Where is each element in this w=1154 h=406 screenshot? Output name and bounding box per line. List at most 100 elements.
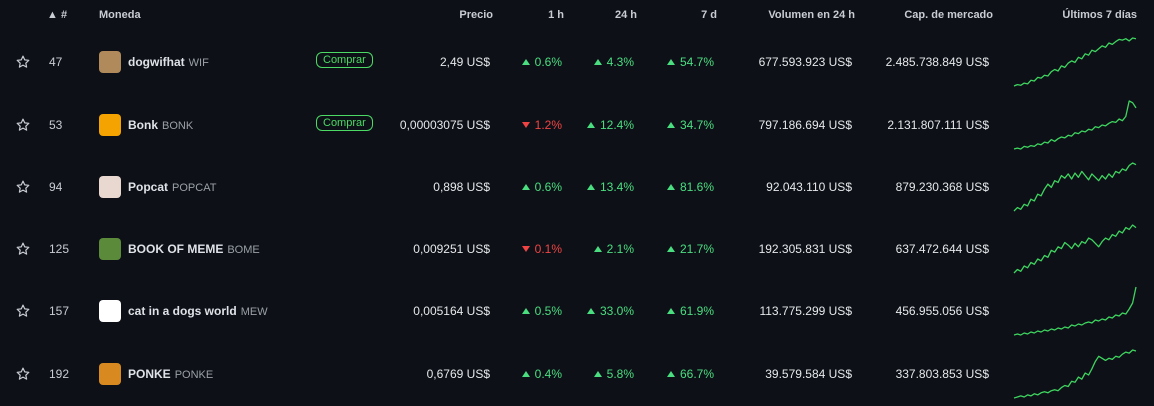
pepe-logo-icon bbox=[99, 238, 121, 260]
change-7d-value: 81.6% bbox=[679, 180, 714, 194]
change-7d: 61.9% bbox=[666, 280, 714, 342]
header-last-7-days: Últimos 7 días bbox=[1062, 9, 1137, 21]
sparkline-7d bbox=[1013, 100, 1137, 150]
star-icon[interactable] bbox=[15, 303, 31, 319]
price-value: 0,005164 US$ bbox=[413, 304, 490, 318]
change-1h-value: 0.4% bbox=[534, 367, 562, 381]
caret-up-icon bbox=[521, 308, 530, 314]
bonk-logo-icon bbox=[99, 114, 121, 136]
sparkline-7d bbox=[1013, 286, 1137, 336]
table-row[interactable]: 47 dogwifhat WIF Comprar 2,49 US$ 0.6% 4.… bbox=[0, 31, 1154, 93]
star-icon[interactable] bbox=[15, 117, 31, 133]
price-value: 0,00003075 US$ bbox=[399, 118, 490, 132]
rank-value: 125 bbox=[49, 242, 70, 256]
buy-button[interactable]: Comprar bbox=[316, 52, 373, 68]
coin-name: cat in a dogs world bbox=[128, 304, 237, 318]
price-value: 2,49 US$ bbox=[439, 55, 490, 69]
header-market-cap[interactable]: Cap. de mercado bbox=[904, 9, 993, 21]
coin-name-link[interactable]: Popcat POPCAT bbox=[128, 156, 216, 218]
market-cap-value: 879.230.368 US$ bbox=[895, 180, 989, 194]
coin-name-link[interactable]: BOOK OF MEME BOME bbox=[128, 218, 260, 280]
coin-symbol: BOME bbox=[227, 244, 260, 256]
sparkline-7d bbox=[1013, 349, 1137, 399]
change-7d: 54.7% bbox=[666, 31, 714, 93]
market-cap-value: 2.485.738.849 US$ bbox=[885, 55, 989, 69]
change-24h: 12.4% bbox=[586, 94, 634, 156]
change-1h: 0.6% bbox=[521, 31, 562, 93]
change-1h-value: 0.6% bbox=[534, 180, 562, 194]
market-cap-value: 456.955.056 US$ bbox=[895, 304, 989, 318]
star-icon[interactable] bbox=[15, 366, 31, 382]
rank-value: 47 bbox=[49, 55, 63, 69]
change-1h: 0.4% bbox=[521, 343, 562, 405]
change-24h-value: 13.4% bbox=[599, 180, 634, 194]
caret-up-icon bbox=[666, 122, 675, 128]
change-24h: 5.8% bbox=[593, 343, 634, 405]
header-coin[interactable]: Moneda bbox=[99, 9, 141, 21]
change-24h-value: 33.0% bbox=[599, 304, 634, 318]
star-icon[interactable] bbox=[15, 241, 31, 257]
popcat-logo-icon bbox=[99, 176, 121, 198]
change-24h-value: 4.3% bbox=[606, 55, 634, 69]
header-rank[interactable]: ▲ # bbox=[47, 9, 67, 21]
caret-down-icon bbox=[521, 122, 530, 128]
change-7d: 21.7% bbox=[666, 218, 714, 280]
table-row[interactable]: 125 BOOK OF MEME BOME 0,009251 US$ 0.1% 2… bbox=[0, 218, 1154, 280]
table-row[interactable]: 157 cat in a dogs world MEW 0,005164 US$ … bbox=[0, 280, 1154, 342]
header-price[interactable]: Precio bbox=[459, 9, 493, 21]
caret-up-icon bbox=[521, 59, 530, 65]
header-1h[interactable]: 1 h bbox=[548, 9, 564, 21]
rank-value: 192 bbox=[49, 367, 70, 381]
table-row[interactable]: 192 PONKE PONKE 0,6769 US$ 0.4% 5.8% 66.7… bbox=[0, 343, 1154, 405]
table-row[interactable]: 53 Bonk BONK Comprar 0,00003075 US$ 1.2% … bbox=[0, 94, 1154, 156]
buy-button[interactable]: Comprar bbox=[316, 115, 373, 131]
change-7d-value: 34.7% bbox=[679, 118, 714, 132]
coin-symbol: BONK bbox=[162, 120, 194, 132]
change-1h: 0.6% bbox=[521, 156, 562, 218]
caret-up-icon bbox=[666, 308, 675, 314]
change-1h: 1.2% bbox=[521, 94, 562, 156]
change-24h: 2.1% bbox=[593, 218, 634, 280]
change-1h-value: 1.2% bbox=[534, 118, 562, 132]
coin-table: ▲ # Moneda Precio 1 h 24 h 7 d Volumen e… bbox=[0, 0, 1154, 401]
rank-value: 94 bbox=[49, 180, 63, 194]
coin-name: BOOK OF MEME bbox=[128, 242, 224, 256]
change-24h-value: 2.1% bbox=[606, 242, 634, 256]
change-7d-value: 66.7% bbox=[679, 367, 714, 381]
caret-up-icon bbox=[521, 371, 530, 377]
rank-value: 53 bbox=[49, 118, 63, 132]
change-24h: 4.3% bbox=[593, 31, 634, 93]
volume-value: 39.579.584 US$ bbox=[765, 367, 852, 381]
market-cap-value: 2.131.807.111 US$ bbox=[887, 118, 989, 132]
market-cap-value: 337.803.853 US$ bbox=[895, 367, 989, 381]
caret-up-icon bbox=[593, 246, 602, 252]
ponke-logo-icon bbox=[99, 363, 121, 385]
price-value: 0,6769 US$ bbox=[426, 367, 490, 381]
star-icon[interactable] bbox=[15, 54, 31, 70]
header-24h[interactable]: 24 h bbox=[615, 9, 637, 21]
star-icon[interactable] bbox=[15, 179, 31, 195]
coin-name-link[interactable]: PONKE PONKE bbox=[128, 343, 213, 405]
change-1h-value: 0.1% bbox=[534, 242, 562, 256]
caret-down-icon bbox=[521, 246, 530, 252]
coin-name: Bonk bbox=[128, 118, 158, 132]
change-7d: 34.7% bbox=[666, 94, 714, 156]
sparkline-7d bbox=[1013, 224, 1137, 274]
cat-logo-icon bbox=[99, 300, 121, 322]
volume-value: 677.593.923 US$ bbox=[758, 55, 852, 69]
caret-up-icon bbox=[521, 184, 530, 190]
header-7d[interactable]: 7 d bbox=[701, 9, 717, 21]
coin-name: PONKE bbox=[128, 367, 171, 381]
change-24h: 33.0% bbox=[586, 280, 634, 342]
table-row[interactable]: 94 Popcat POPCAT 0,898 US$ 0.6% 13.4% 81.… bbox=[0, 156, 1154, 218]
coin-name-link[interactable]: cat in a dogs world MEW bbox=[128, 280, 268, 342]
price-value: 0,009251 US$ bbox=[413, 242, 490, 256]
caret-up-icon bbox=[666, 184, 675, 190]
caret-up-icon bbox=[586, 122, 595, 128]
volume-value: 92.043.110 US$ bbox=[766, 180, 852, 194]
price-value: 0,898 US$ bbox=[433, 180, 490, 194]
header-volume[interactable]: Volumen en 24 h bbox=[768, 9, 855, 21]
caret-up-icon bbox=[666, 59, 675, 65]
coin-name-link[interactable]: dogwifhat WIF bbox=[128, 31, 209, 93]
coin-name-link[interactable]: Bonk BONK bbox=[128, 94, 193, 156]
